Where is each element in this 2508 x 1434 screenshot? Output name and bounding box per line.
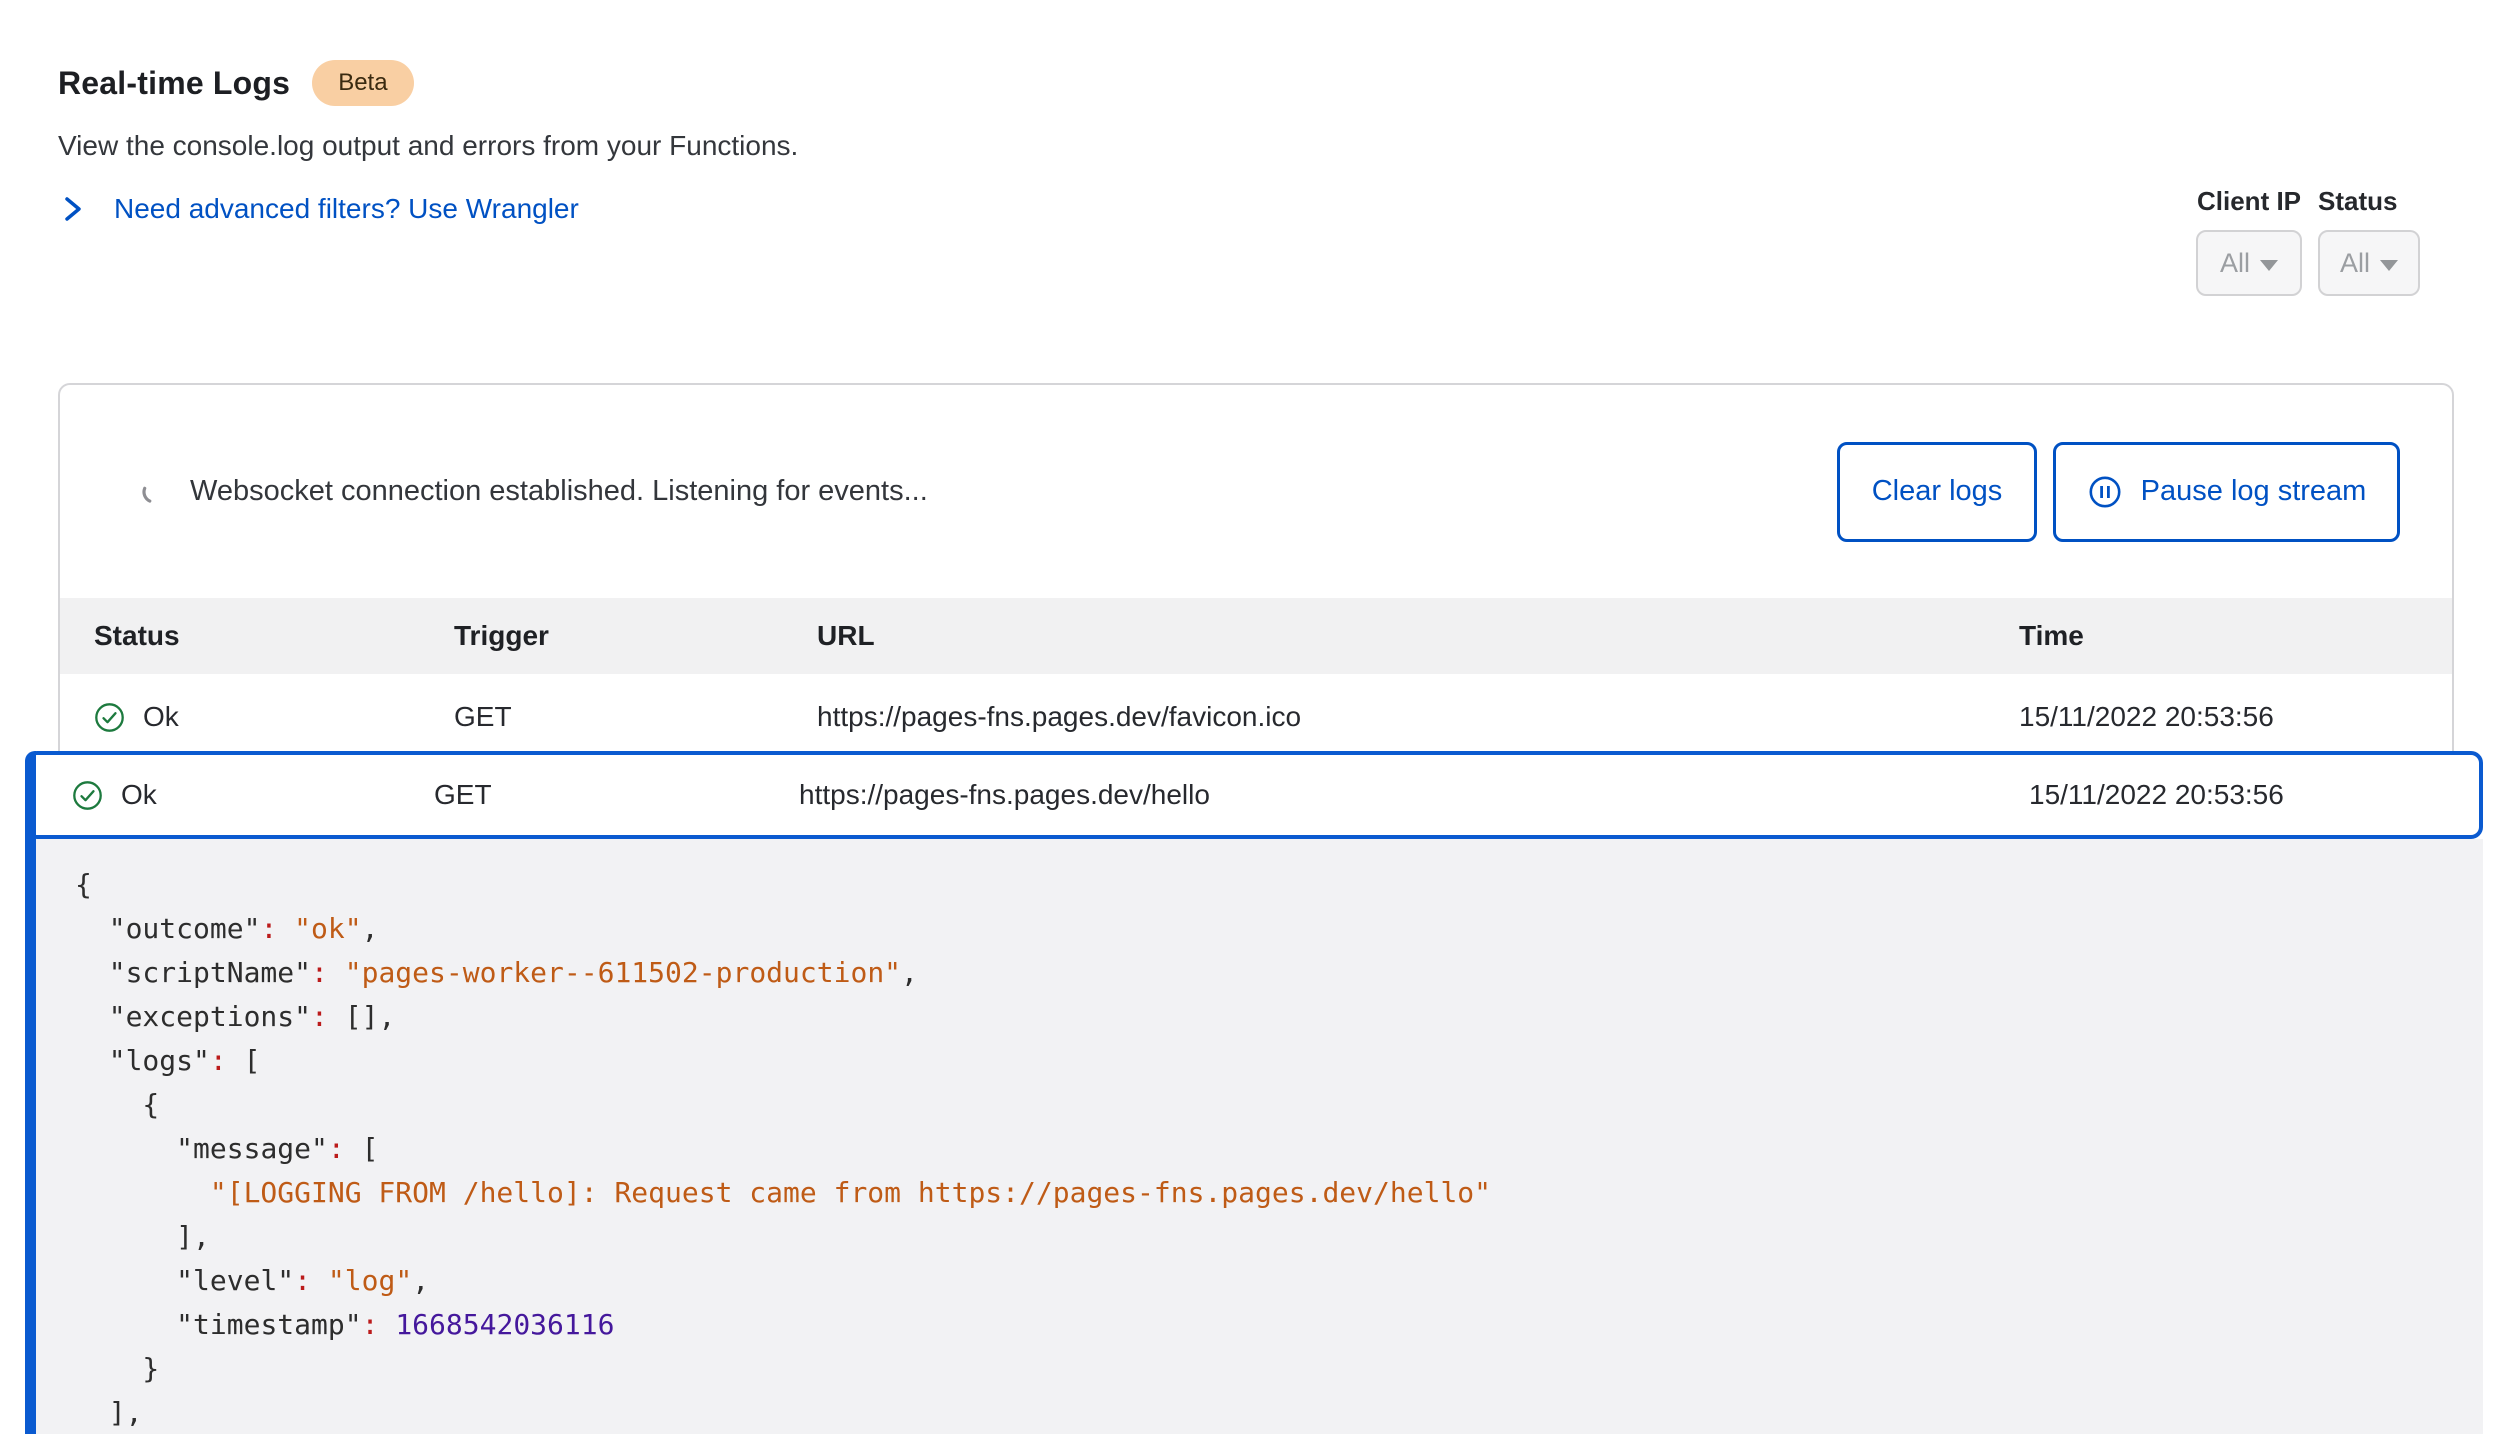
row-status: Ok [121, 779, 157, 811]
advanced-filters-link[interactable]: Need advanced filters? Use Wrangler [62, 192, 579, 226]
selected-table-row[interactable]: Ok GET https://pages-fns.pages.dev/hello… [25, 751, 2483, 839]
expanded-log-entry: Ok GET https://pages-fns.pages.dev/hello… [25, 751, 2483, 1434]
column-header-url: URL [817, 620, 2019, 652]
table-header: Status Trigger URL Time [60, 598, 2452, 674]
caret-down-icon [2380, 260, 2398, 271]
row-url: https://pages-fns.pages.dev/hello [799, 779, 2029, 811]
table-row[interactable]: Ok GET https://pages-fns.pages.dev/favic… [60, 674, 2452, 760]
row-status: Ok [143, 701, 179, 733]
row-trigger: GET [434, 779, 799, 811]
page-title: Real-time Logs [58, 65, 290, 102]
page-header: Real-time Logs Beta [58, 60, 414, 106]
check-circle-icon [94, 702, 125, 733]
status-filter-dropdown[interactable]: All [2318, 230, 2420, 296]
client-ip-filter-label: Client IP [2197, 186, 2301, 217]
pause-log-stream-label: Pause log stream [2141, 475, 2367, 508]
json-code: { "outcome": "ok", "scriptName": "pages-… [75, 863, 2483, 1434]
clear-logs-label: Clear logs [1872, 475, 2003, 508]
row-trigger: GET [454, 701, 817, 733]
loading-spinner-icon [140, 478, 168, 506]
row-url: https://pages-fns.pages.dev/favicon.ico [817, 701, 2019, 733]
row-time: 15/11/2022 20:53:56 [2029, 779, 2479, 811]
websocket-status-text: Websocket connection established. Listen… [190, 475, 928, 508]
pause-log-stream-button[interactable]: Pause log stream [2053, 442, 2400, 542]
clear-logs-button[interactable]: Clear logs [1837, 442, 2037, 542]
check-circle-icon [72, 780, 103, 811]
pause-circle-icon [2087, 474, 2123, 510]
websocket-status-bar: Websocket connection established. Listen… [60, 385, 2452, 598]
advanced-filters-link-label: Need advanced filters? Use Wrangler [114, 193, 579, 225]
chevron-right-icon [62, 192, 84, 226]
beta-badge: Beta [312, 60, 413, 106]
column-header-trigger: Trigger [454, 620, 817, 652]
status-filter-label: Status [2318, 186, 2397, 217]
log-json-payload: { "outcome": "ok", "scriptName": "pages-… [36, 839, 2483, 1434]
caret-down-icon [2260, 260, 2278, 271]
client-ip-filter-dropdown[interactable]: All [2196, 230, 2302, 296]
column-header-time: Time [2019, 620, 2452, 652]
column-header-status: Status [94, 620, 454, 652]
page-subtitle: View the console.log output and errors f… [58, 130, 798, 162]
status-filter-value: All [2340, 248, 2370, 279]
client-ip-filter-value: All [2220, 248, 2250, 279]
row-time: 15/11/2022 20:53:56 [2019, 701, 2452, 733]
